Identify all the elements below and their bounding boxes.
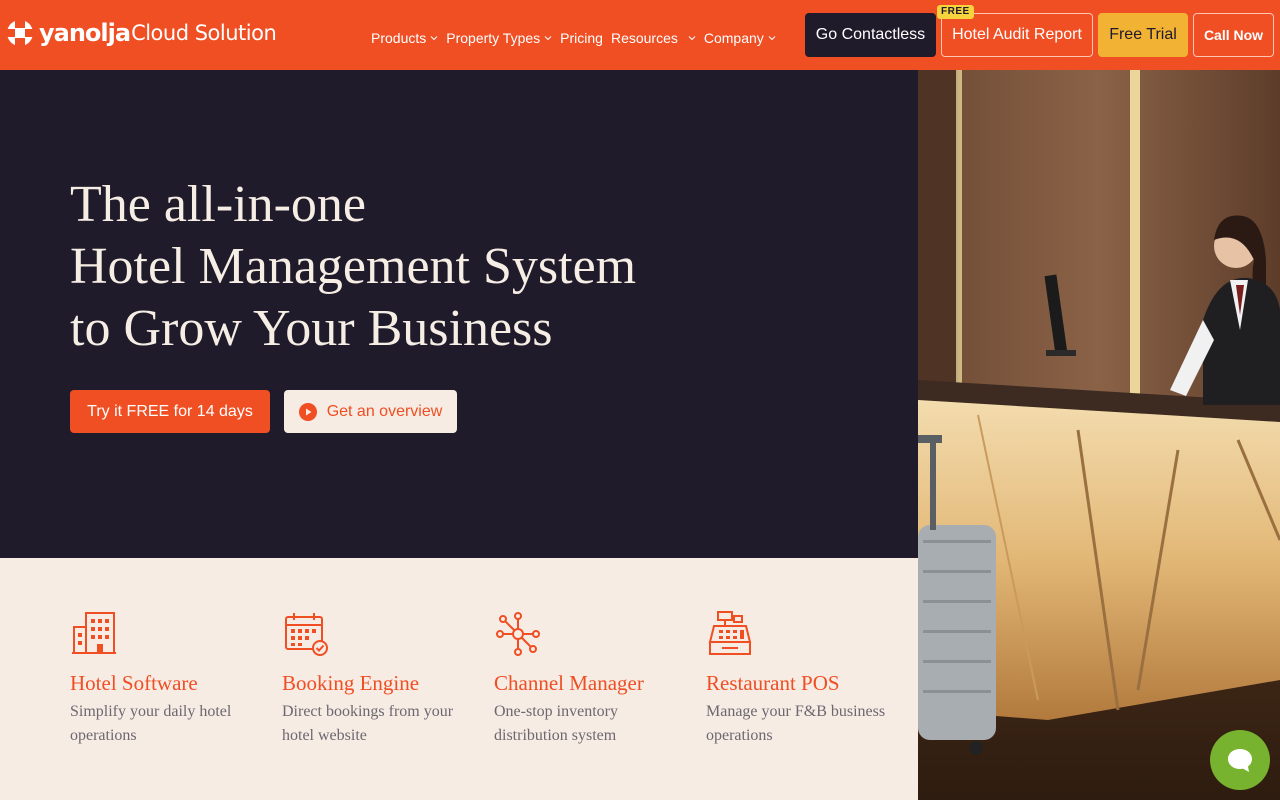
cash-register-icon: [708, 611, 752, 655]
hero-title-line: Hotel Management System: [70, 238, 637, 295]
hero-title-line: to Grow Your Business: [70, 300, 553, 357]
product-description: Manage your F&B business operations: [706, 703, 886, 744]
nav-item-property-types[interactable]: Property Types: [446, 30, 552, 46]
get-overview-button[interactable]: Get an overview: [284, 390, 457, 433]
reception-illustration: [918, 70, 1280, 800]
chat-launcher-button[interactable]: [1210, 730, 1270, 790]
product-card-booking-engine[interactable]: Booking Engine Direct bookings from your…: [282, 610, 482, 748]
nav-item-resources[interactable]: Resources: [611, 30, 696, 46]
try-free-button[interactable]: Try it FREE for 14 days: [70, 390, 270, 433]
brand-logo[interactable]: yanolja Cloud Solution: [6, 16, 277, 50]
top-navigation-bar: yanolja Cloud Solution Products Property…: [0, 0, 1280, 70]
nav-item-label: Property Types: [446, 30, 541, 46]
brand-name-primary: yanolja: [39, 19, 131, 47]
play-circle-icon: [298, 402, 317, 421]
building-icon: [72, 612, 116, 654]
product-title: Hotel Software: [70, 671, 198, 695]
product-description: Direct bookings from your hotel website: [282, 703, 454, 744]
nav-item-label: Company: [703, 30, 764, 46]
chevron-down-icon: [430, 36, 438, 41]
free-badge: FREE: [937, 5, 974, 19]
hotel-reception-photo: [918, 70, 1280, 800]
network-hub-icon: [496, 612, 540, 656]
nav-item-label: Pricing: [560, 30, 603, 46]
chevron-down-icon: [768, 36, 776, 41]
main-nav: Products Property Types Pricing Resource…: [371, 28, 784, 48]
nav-item-company[interactable]: Company: [704, 30, 776, 46]
product-title: Channel Manager: [494, 671, 644, 695]
get-overview-label: Get an overview: [326, 402, 443, 420]
chat-bubble-icon: [1228, 749, 1252, 772]
go-contactless-button[interactable]: Go Contactless: [805, 13, 936, 57]
product-card-hotel-software[interactable]: Hotel Software Simplify your daily hotel…: [70, 610, 270, 748]
product-strip: Hotel Software Simplify your daily hotel…: [0, 558, 918, 800]
hero-title: The all-in-one Hotel Management System t…: [70, 174, 830, 360]
product-description: One-stop inventory distribution system: [494, 703, 618, 744]
product-card-restaurant-pos[interactable]: Restaurant POS Manage your F&B business …: [706, 610, 906, 748]
nav-item-label: Products: [371, 30, 427, 46]
call-now-button[interactable]: Call Now: [1193, 13, 1274, 57]
product-card-channel-manager[interactable]: Channel Manager One-stop inventory distr…: [494, 610, 694, 748]
product-title: Restaurant POS: [706, 671, 840, 695]
hero-section: The all-in-one Hotel Management System t…: [0, 70, 918, 558]
nav-item-pricing[interactable]: Pricing: [560, 30, 603, 46]
chevron-down-icon: [688, 36, 696, 41]
hero-title-line: The all-in-one: [70, 176, 366, 233]
product-description: Simplify your daily hotel operations: [70, 703, 232, 744]
yanolja-logo-icon: [7, 20, 33, 46]
brand-name-secondary: Cloud Solution: [131, 21, 277, 45]
product-title: Booking Engine: [282, 671, 420, 695]
chevron-down-icon: [544, 36, 552, 41]
nav-item-products[interactable]: Products: [371, 30, 438, 46]
nav-item-label: Resources: [610, 30, 678, 46]
hotel-audit-report-button[interactable]: Hotel Audit Report: [941, 13, 1093, 57]
free-trial-button[interactable]: Free Trial: [1098, 13, 1188, 57]
calendar-check-icon: [285, 613, 328, 656]
